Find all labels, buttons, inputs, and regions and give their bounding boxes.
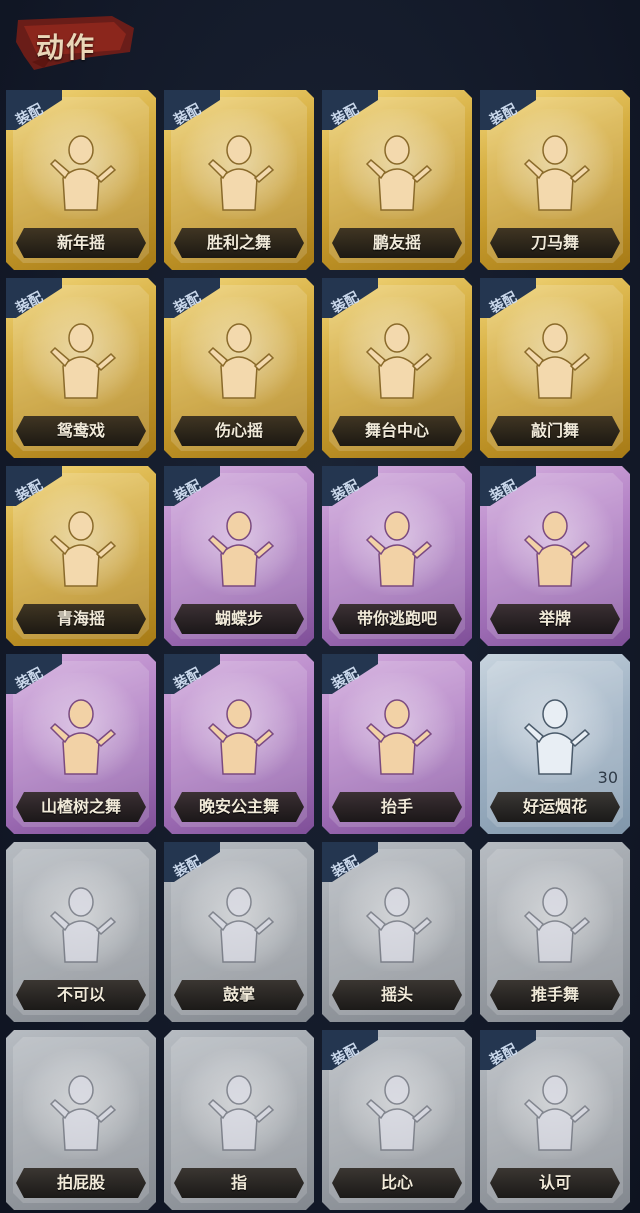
emote-name: 晚安公主舞	[198, 797, 279, 816]
point-hand-icon	[207, 1075, 275, 1151]
emote-name: 伤心摇	[214, 421, 263, 440]
firework-icon	[523, 699, 591, 775]
figure-dance-notes-icon	[49, 323, 117, 399]
emote-name: 好运烟花	[522, 797, 587, 816]
figure-heart-hands-icon	[207, 323, 275, 399]
figure-arms-cross-icon	[523, 135, 591, 211]
emote-name: 舞台中心	[364, 421, 429, 440]
emote-card[interactable]: 鹏友摇 装配	[322, 90, 472, 270]
emote-card[interactable]: 蝴蝶步 装配	[164, 466, 314, 646]
emote-card[interactable]: 摇头 装配	[322, 842, 472, 1022]
emote-name: 推手舞	[530, 985, 579, 1004]
figure-push-hands-icon	[523, 887, 591, 963]
emote-card[interactable]: 指	[164, 1030, 314, 1210]
emote-card[interactable]: 刀马舞 装配	[480, 90, 630, 270]
figure-stage-center-icon	[365, 323, 433, 399]
emote-card[interactable]: 晚安公主舞 装配	[164, 654, 314, 834]
emote-name: 胜利之舞	[206, 233, 271, 252]
emote-card[interactable]: 舞台中心 装配	[322, 278, 472, 458]
emote-card[interactable]: 新年摇 装配	[6, 90, 156, 270]
emote-name: 比心	[380, 1173, 413, 1192]
emote-name: 摇头	[380, 985, 413, 1004]
emote-card[interactable]: 鼓掌 装配	[164, 842, 314, 1022]
figure-head-shake-icon	[365, 887, 433, 963]
figure-point-up-icon	[207, 135, 275, 211]
emote-name: 指	[230, 1173, 247, 1192]
finger-wag-icon	[49, 887, 117, 963]
emote-card[interactable]: 青海摇 装配	[6, 466, 156, 646]
emote-name: 带你逃跑吧	[356, 609, 437, 628]
emote-name: 鼓掌	[222, 985, 255, 1004]
emote-card[interactable]: 30 好运烟花	[480, 654, 630, 834]
emote-card[interactable]: 认可 装配	[480, 1030, 630, 1210]
emote-card[interactable]: 鸳鸯戏 装配	[6, 278, 156, 458]
emote-card[interactable]: 带你逃跑吧 装配	[322, 466, 472, 646]
clap-icon	[207, 887, 275, 963]
figure-run-away-icon	[365, 511, 433, 587]
emote-card[interactable]: 抬手 装配	[322, 654, 472, 834]
emote-card[interactable]: 敲门舞 装配	[480, 278, 630, 458]
thumbs-up-icon	[523, 1075, 591, 1151]
emote-name: 山楂树之舞	[40, 797, 121, 816]
figure-hold-sign-icon	[523, 511, 591, 587]
figure-butt-pat-icon	[49, 1075, 117, 1151]
item-count: 30	[597, 768, 618, 787]
emote-name: 敲门舞	[530, 421, 579, 440]
emote-name: 鸳鸯戏	[56, 421, 105, 440]
emote-grid: 新年摇 装配 胜利之舞 装配 鹏友摇 装配 刀马舞 装配 鸳鸯戏 装配 伤心摇 装配 舞台中心 装配 敲门舞…	[0, 0, 640, 1213]
emote-name: 抬手	[380, 797, 413, 816]
emote-card[interactable]: 拍屁股	[6, 1030, 156, 1210]
emote-name: 不可以	[56, 985, 105, 1004]
figure-shake-icon	[49, 511, 117, 587]
figure-wave-notes-icon	[49, 135, 117, 211]
figure-goodnight-icon	[207, 699, 275, 775]
emote-card[interactable]: 胜利之舞 装配	[164, 90, 314, 270]
emote-card[interactable]: 举牌 装配	[480, 466, 630, 646]
emote-name: 鹏友摇	[372, 233, 421, 252]
emote-card[interactable]: 比心 装配	[322, 1030, 472, 1210]
emote-name: 拍屁股	[56, 1173, 105, 1192]
figure-point-side-icon	[365, 135, 433, 211]
figure-raise-hand-icon	[365, 699, 433, 775]
emote-card[interactable]: 推手舞	[480, 842, 630, 1022]
emote-card[interactable]: 不可以	[6, 842, 156, 1022]
emote-name: 刀马舞	[530, 233, 579, 252]
figure-butterfly-icon	[207, 511, 275, 587]
emote-card[interactable]: 伤心摇 装配	[164, 278, 314, 458]
figure-knock-icon	[523, 323, 591, 399]
emote-name: 新年摇	[56, 233, 105, 252]
emote-name: 青海摇	[56, 609, 105, 628]
emote-name: 认可	[538, 1173, 571, 1192]
emote-name: 举牌	[538, 609, 571, 628]
finger-heart-icon	[365, 1075, 433, 1151]
emote-name: 蝴蝶步	[214, 609, 263, 628]
figure-hawthorn-dance-icon	[49, 699, 117, 775]
emote-card[interactable]: 山楂树之舞 装配	[6, 654, 156, 834]
